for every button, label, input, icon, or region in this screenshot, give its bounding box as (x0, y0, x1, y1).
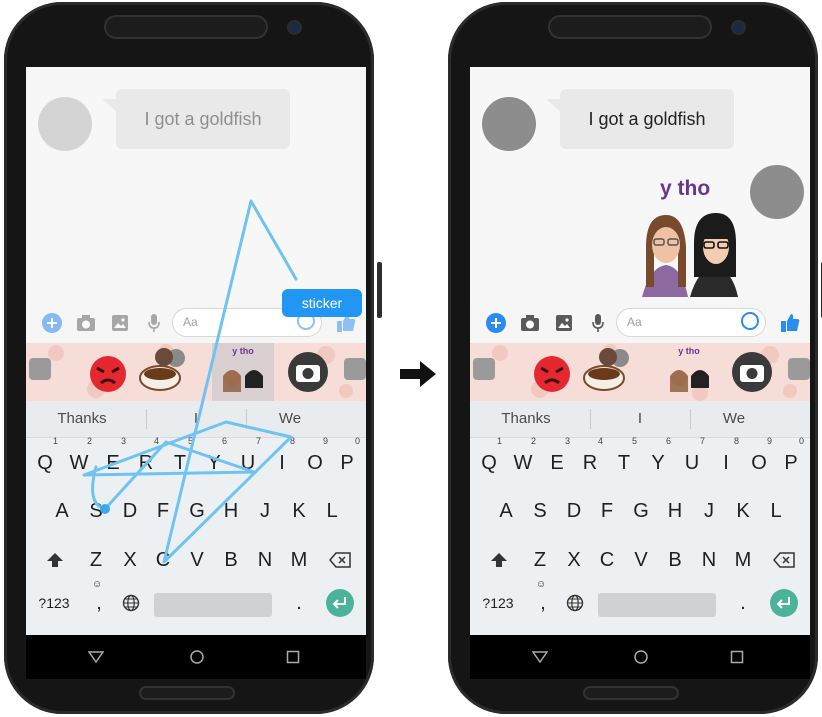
bottom-speaker (139, 686, 235, 700)
key-p[interactable]: P0 (774, 436, 808, 483)
messenger-toolbar: Aa (470, 303, 810, 343)
key-w[interactable]: W2 (506, 436, 540, 483)
key-i[interactable]: I8 (709, 436, 743, 483)
bitmoji-avatar-icon[interactable] (473, 358, 495, 380)
swipe-gesture-trail (82, 199, 298, 564)
key-z[interactable]: Z (523, 540, 557, 580)
key-d[interactable]: D (557, 491, 591, 531)
front-camera (733, 22, 744, 33)
right-phone: I got a goldfish y tho Aa y tho Thanks I… (444, 0, 822, 717)
suggestion-bar: Thanks I We (470, 401, 810, 438)
left-screen: I got a goldfish Aa y tho Thanks I We Q … (26, 67, 366, 679)
camera-sticker[interactable] (728, 348, 776, 396)
globe-icon (566, 594, 584, 612)
enter-key[interactable] (770, 589, 798, 617)
home-icon[interactable] (633, 649, 649, 665)
sent-y-tho-sticker[interactable] (632, 207, 742, 299)
key-g[interactable]: G (624, 491, 658, 531)
sticker-hint-label[interactable]: sticker (282, 289, 362, 317)
mic-icon[interactable] (586, 311, 610, 335)
bottom-speaker (583, 686, 679, 700)
comma-emoji-key[interactable]: , ☺ (526, 579, 560, 623)
key-a[interactable]: A (489, 491, 523, 531)
sticker-caption: y tho (678, 346, 700, 356)
key-n[interactable]: N (692, 540, 726, 580)
suggestion-3[interactable]: We (678, 401, 790, 437)
period-key[interactable]: . (726, 583, 760, 623)
coffee-cup-sticker[interactable] (582, 348, 630, 396)
angry-face-sticker[interactable] (528, 348, 576, 396)
thumbs-up-icon[interactable] (778, 311, 802, 335)
key-f[interactable]: F (590, 491, 624, 531)
smiley-icon[interactable] (741, 312, 759, 330)
input-placeholder: Aa (627, 315, 642, 329)
key-j[interactable]: J (692, 491, 726, 531)
right-screen: I got a goldfish y tho Aa y tho Thanks I… (470, 67, 810, 679)
left-phone: I got a goldfish Aa y tho Thanks I We Q … (0, 0, 382, 717)
key-o[interactable]: O9 (742, 436, 776, 483)
key-h[interactable]: H (658, 491, 692, 531)
image-icon[interactable] (552, 311, 576, 335)
settings-gear-icon[interactable] (788, 358, 810, 380)
key-x[interactable]: X (557, 540, 591, 580)
key-u[interactable]: U7 (675, 436, 709, 483)
y-tho-sticker[interactable]: y tho (660, 343, 718, 401)
emoji-hint-icon: ☺ (536, 579, 547, 590)
own-avatar[interactable] (750, 165, 804, 219)
arrow-right-icon (400, 361, 436, 387)
key-m[interactable]: M (726, 540, 760, 580)
backspace-icon (773, 552, 795, 568)
sticker-strip: y tho (470, 343, 810, 401)
enter-icon (776, 597, 790, 609)
camera-icon[interactable] (518, 311, 542, 335)
key-y[interactable]: Y6 (641, 436, 675, 483)
shift-icon (491, 553, 507, 567)
back-icon[interactable] (532, 650, 548, 664)
message-text: I got a goldfish (588, 108, 706, 129)
speaker-grille (104, 15, 268, 39)
symbols-key[interactable]: ?123 (476, 583, 520, 623)
key-c[interactable]: C (590, 540, 624, 580)
contact-avatar[interactable] (482, 97, 536, 151)
key-r[interactable]: R4 (573, 436, 607, 483)
message-bubble[interactable]: I got a goldfish (560, 89, 734, 149)
key-e[interactable]: E3 (540, 436, 574, 483)
speaker-grille (548, 15, 712, 39)
keyboard: Q1 W2 E3 R4 T5 Y6 U7 I8 O9 P0 A S D F G … (470, 436, 810, 635)
plus-icon[interactable] (484, 311, 508, 335)
shift-key[interactable] (482, 540, 516, 580)
recents-icon[interactable] (730, 650, 744, 664)
side-button (377, 262, 382, 318)
key-t[interactable]: T5 (607, 436, 641, 483)
front-camera (289, 22, 300, 33)
sticker-caption: y tho (660, 177, 711, 200)
backspace-key[interactable] (767, 540, 801, 580)
space-key[interactable] (598, 593, 716, 617)
key-v[interactable]: V (624, 540, 658, 580)
key-s[interactable]: S (523, 491, 557, 531)
suggestion-1[interactable]: Thanks (470, 401, 582, 437)
key-b[interactable]: B (658, 540, 692, 580)
language-key[interactable] (558, 583, 592, 623)
key-k[interactable]: K (726, 491, 760, 531)
android-nav-bar (470, 635, 810, 679)
message-input[interactable]: Aa (616, 308, 766, 337)
key-l[interactable]: L (759, 491, 793, 531)
chat-area: I got a goldfish y tho (470, 67, 810, 303)
key-q[interactable]: Q1 (472, 436, 506, 483)
